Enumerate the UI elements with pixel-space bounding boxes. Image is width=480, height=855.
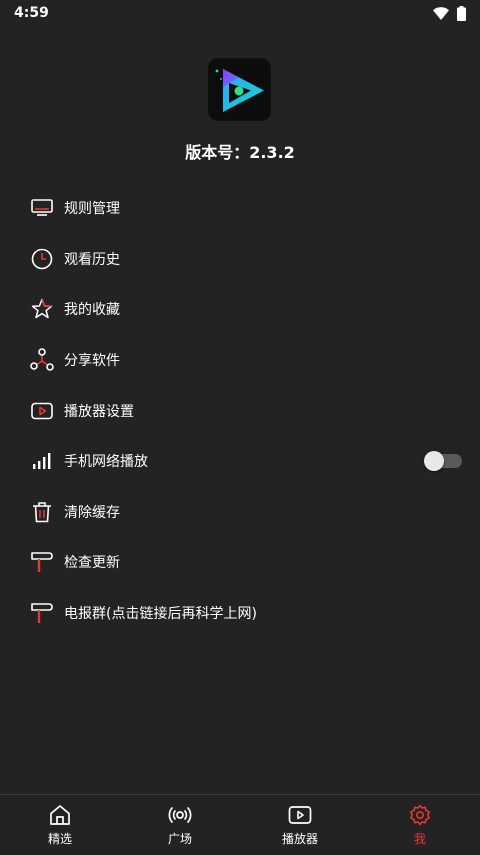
version-text: 版本号：2.3.2: [185, 143, 295, 162]
menu-item-mobile-network[interactable]: 手机网络播放: [0, 436, 480, 487]
play-logo-icon: [215, 69, 264, 112]
nav-item-plaza[interactable]: 广场: [120, 795, 240, 855]
menu-item-telegram-group[interactable]: 电报群(点击链接后再科学上网): [0, 588, 480, 639]
play-box-icon: [288, 806, 312, 824]
menu-item-share[interactable]: 分享软件: [0, 335, 480, 386]
settings-menu: 规则管理 观看历史 我的收藏 分享软件 播放器设置 手机网络播放 清除缓存 检查…: [0, 183, 480, 638]
menu-item-player-settings[interactable]: 播放器设置: [0, 385, 480, 436]
star-icon: [30, 297, 54, 321]
menu-label: 我的收藏: [64, 302, 120, 319]
toggle-knob: [424, 451, 444, 472]
nav-label: 广场: [167, 832, 192, 846]
wifi-icon: [433, 6, 449, 20]
broadcast-icon: [168, 806, 192, 824]
paint-roller-icon: [30, 550, 54, 574]
status-bar: 4:59: [0, 0, 480, 26]
battery-icon: [457, 5, 466, 21]
monitor-icon: [30, 196, 54, 220]
play-box-icon: [30, 399, 54, 423]
nav-label: 我: [413, 832, 426, 846]
signal-icon: [30, 449, 54, 473]
menu-label: 手机网络播放: [64, 454, 148, 471]
menu-label: 清除缓存: [64, 504, 120, 521]
menu-label: 观看历史: [64, 251, 120, 268]
paint-roller-icon: [30, 601, 54, 625]
mobile-network-toggle[interactable]: [424, 451, 462, 472]
gear-icon: [410, 804, 430, 826]
nav-label: 播放器: [281, 832, 318, 846]
menu-item-clear-cache[interactable]: 清除缓存: [0, 487, 480, 538]
menu-label: 规则管理: [64, 201, 120, 218]
bottom-nav: 精选 广场 播放器 我: [0, 794, 480, 855]
menu-label: 检查更新: [64, 555, 120, 572]
share-icon: [30, 348, 54, 372]
trash-icon: [30, 500, 54, 524]
menu-label: 电报群(点击链接后再科学上网): [64, 606, 257, 623]
clock-icon: [30, 247, 54, 271]
home-icon: [50, 805, 70, 825]
menu-item-history[interactable]: 观看历史: [0, 234, 480, 285]
menu-item-check-update[interactable]: 检查更新: [0, 537, 480, 588]
menu-label: 播放器设置: [64, 403, 134, 420]
nav-item-player[interactable]: 播放器: [240, 795, 360, 855]
nav-item-featured[interactable]: 精选: [0, 795, 120, 855]
app-logo: [208, 58, 271, 121]
menu-item-rules[interactable]: 规则管理: [0, 183, 480, 234]
menu-item-favorites[interactable]: 我的收藏: [0, 284, 480, 335]
status-time: 4:59: [14, 5, 49, 21]
nav-item-me[interactable]: 我: [360, 795, 480, 855]
nav-label: 精选: [47, 832, 72, 846]
menu-label: 分享软件: [64, 353, 120, 370]
status-icons: [433, 5, 466, 21]
